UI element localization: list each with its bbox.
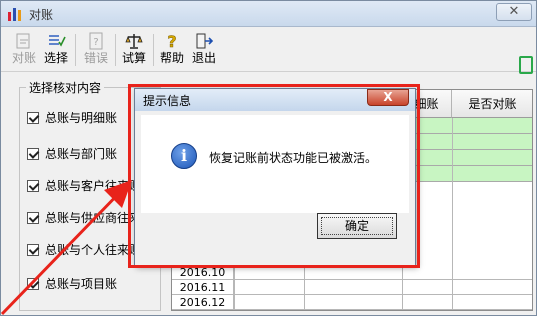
table-row[interactable]: 2016.12 bbox=[172, 295, 532, 310]
error-button[interactable]: ? 错误 bbox=[81, 31, 111, 69]
table-row[interactable]: 2016.11 bbox=[172, 280, 532, 295]
checkbox-ledger-detail[interactable]: 总账与明细账 bbox=[27, 109, 117, 125]
matched-row bbox=[402, 150, 532, 166]
scale-icon bbox=[125, 34, 143, 49]
help-icon: ? bbox=[167, 32, 177, 50]
exit-button[interactable]: 退出 bbox=[189, 31, 219, 69]
period-cell: 2016.11 bbox=[172, 280, 234, 295]
select-icon bbox=[49, 35, 66, 47]
window-title: 对账 bbox=[29, 8, 54, 22]
toolbar-separator bbox=[75, 34, 76, 66]
exit-icon bbox=[196, 33, 214, 49]
title-bar[interactable]: 对账 ✕ bbox=[1, 1, 536, 27]
reconcile-button[interactable]: 对账 bbox=[9, 31, 39, 69]
group-legend: 选择核对内容 bbox=[26, 79, 105, 96]
matched-row bbox=[402, 166, 532, 182]
highlight-box bbox=[128, 84, 420, 268]
column-header-reconciled: 是否对账 bbox=[452, 90, 532, 118]
matched-row bbox=[402, 118, 532, 134]
svg-text:?: ? bbox=[93, 37, 98, 48]
checkbox[interactable] bbox=[27, 147, 39, 160]
app-icon bbox=[8, 8, 21, 21]
select-button[interactable]: 选择 bbox=[41, 31, 71, 69]
svg-text:?: ? bbox=[167, 32, 176, 50]
toolbar-separator bbox=[115, 34, 116, 66]
phone-icon[interactable] bbox=[519, 56, 533, 74]
period-cell: 2016.12 bbox=[172, 295, 234, 310]
checkbox[interactable] bbox=[27, 111, 39, 124]
window-close-button[interactable]: ✕ bbox=[496, 3, 532, 21]
checkbox-ledger-department[interactable]: 总账与部门账 bbox=[27, 145, 117, 161]
help-button[interactable]: ? 帮助 bbox=[157, 31, 187, 69]
error-icon: ? bbox=[89, 32, 103, 50]
toolbar: 对账 选择 ? 错误 试算 ? 帮助 退出 bbox=[1, 28, 536, 72]
reconcile-icon bbox=[16, 33, 30, 49]
matched-row bbox=[402, 134, 532, 150]
trial-balance-button[interactable]: 试算 bbox=[119, 31, 149, 69]
pointer-arrow bbox=[0, 180, 132, 316]
toolbar-separator bbox=[153, 34, 154, 66]
